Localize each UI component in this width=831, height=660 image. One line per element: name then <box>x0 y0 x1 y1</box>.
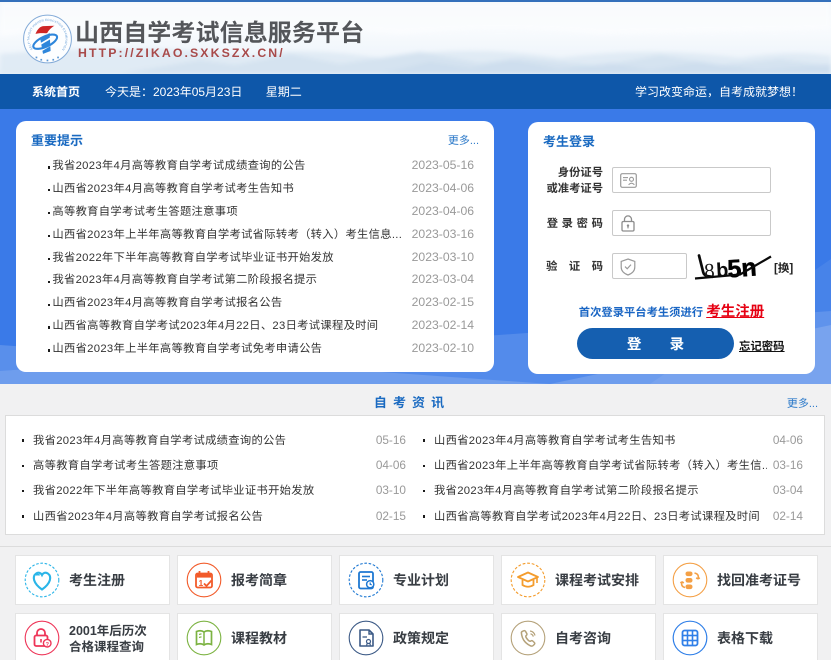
svg-text:1: 1 <box>199 578 204 588</box>
